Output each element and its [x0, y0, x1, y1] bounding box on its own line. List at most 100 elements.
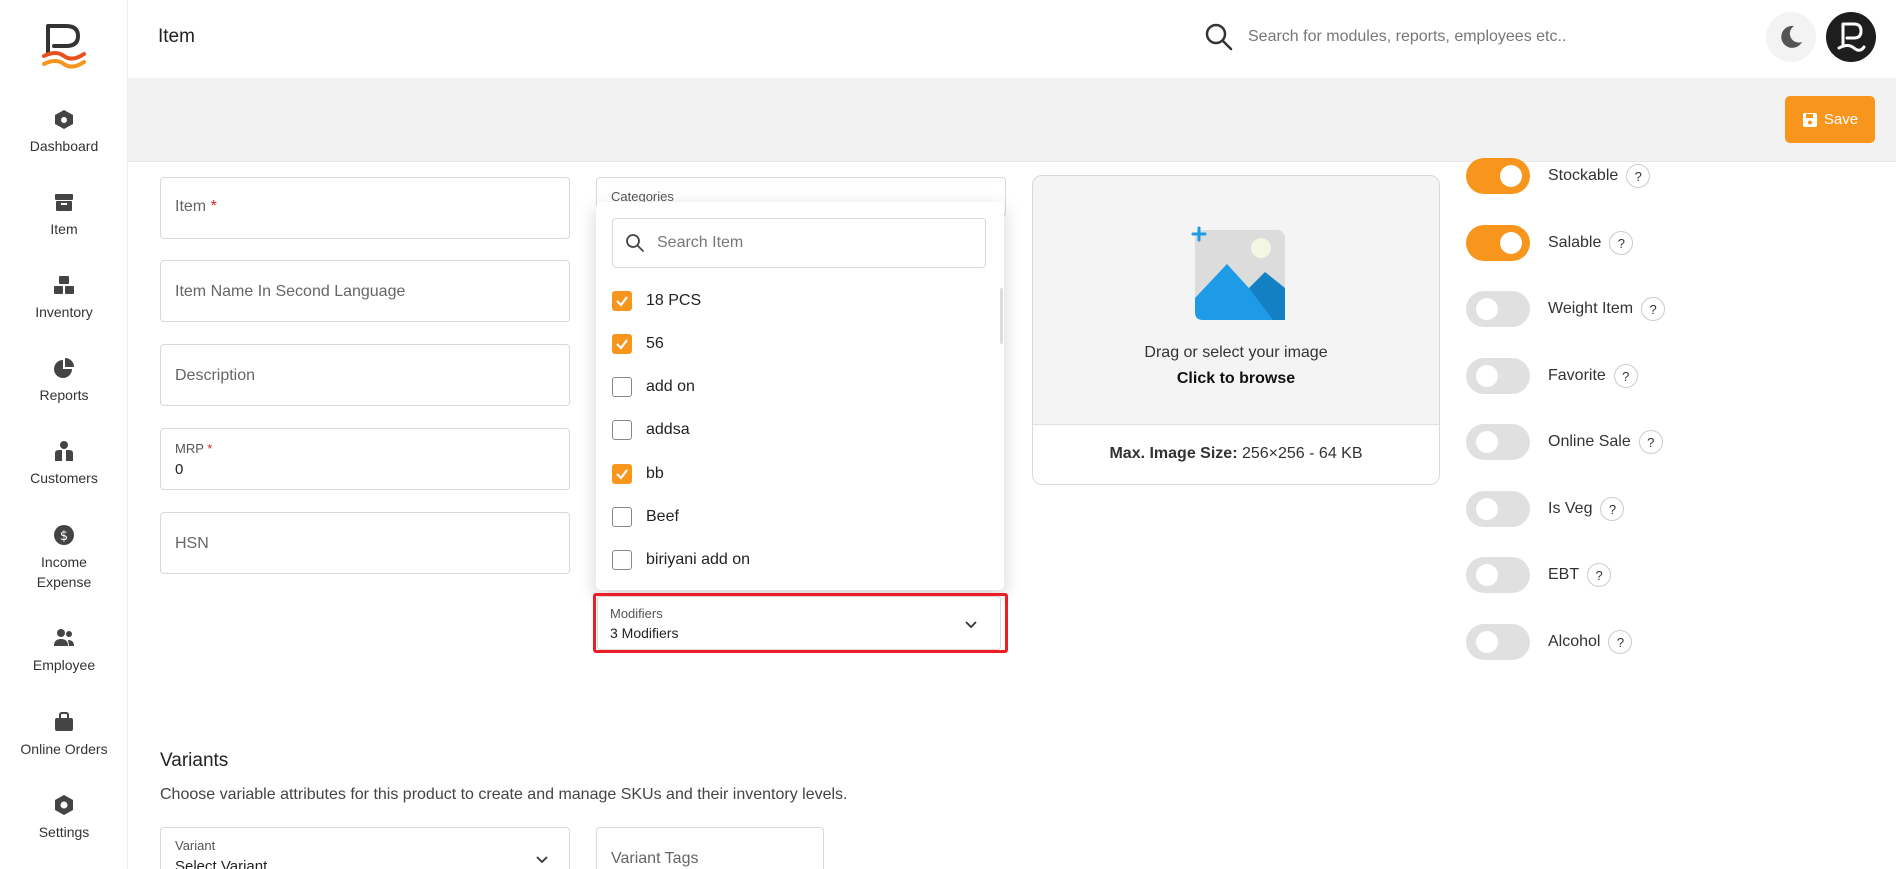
checkbox-unchecked[interactable] [612, 507, 632, 527]
upload-size-info: Max. Image Size: 256×256 - 64 KB [1033, 424, 1439, 484]
mrp-label: MRP * [175, 441, 212, 456]
toggle-ebt[interactable]: EBT ? [1466, 555, 1612, 595]
sidebar-item-label: Online Orders [20, 741, 108, 757]
toggle-switch[interactable] [1466, 491, 1530, 527]
variant-label: Variant [175, 838, 216, 853]
toggle-knob [1476, 631, 1498, 653]
help-icon[interactable]: ? [1641, 297, 1666, 321]
checkbox-checked[interactable] [612, 464, 632, 484]
size-value: 256×256 - 64 KB [1241, 445, 1363, 462]
save-button-label: Save [1823, 111, 1859, 128]
toggle-knob [1500, 165, 1522, 187]
dropdown-option[interactable]: bb [612, 459, 664, 489]
hsn-label: HSN [175, 535, 209, 552]
sidebar-item-settings[interactable]: Settings [0, 794, 128, 842]
toggle-switch[interactable] [1466, 225, 1530, 261]
variant-select[interactable]: Variant Select Variant [160, 827, 570, 869]
item-name-field[interactable]: Item * [160, 177, 570, 239]
employee-icon [54, 629, 74, 646]
help-icon[interactable]: ? [1587, 563, 1612, 587]
hsn-field[interactable]: HSN [160, 512, 570, 574]
brand-avatar-icon [1837, 22, 1866, 52]
dashboard-icon [55, 110, 73, 129]
sidebar-item-label: Dashboard [29, 138, 99, 154]
toggle-label: Favorite [1548, 367, 1606, 384]
sidebar-item-dashboard[interactable]: Dashboard [0, 108, 128, 156]
dropdown-search-input[interactable]: Search Item [612, 218, 986, 268]
option-label: biriyani add on [646, 551, 751, 568]
dropdown-option[interactable]: addsa [612, 415, 690, 445]
global-search-input[interactable]: Search for modules, reports, employees e… [1248, 28, 1566, 46]
toggle-label: EBT [1548, 566, 1580, 583]
brand-logo-icon[interactable] [40, 22, 88, 70]
sidebar-item-employee[interactable]: Employee [0, 627, 128, 675]
dropdown-option[interactable]: add on [612, 372, 695, 402]
checkbox-unchecked[interactable] [612, 377, 632, 397]
option-label: addsa [646, 421, 690, 438]
online-orders-icon [55, 712, 73, 731]
checkbox-unchecked[interactable] [612, 420, 632, 440]
item-name-label: Item * [175, 198, 217, 216]
user-avatar[interactable] [1826, 12, 1876, 62]
dropdown-option[interactable]: biriyani add on [612, 545, 750, 575]
second-language-field[interactable]: Item Name In Second Language [160, 260, 570, 322]
moon-icon [1781, 25, 1802, 48]
toggle-knob [1476, 431, 1498, 453]
sidebar-item-online-orders[interactable]: Online Orders [0, 711, 128, 759]
toggle-is-veg[interactable]: Is Veg ? [1466, 489, 1625, 529]
toggle-switch[interactable] [1466, 158, 1530, 194]
description-field[interactable]: Description [160, 344, 570, 406]
income-expense-icon: $ [54, 525, 74, 545]
sidebar-item-label: Customers [30, 470, 98, 486]
help-icon[interactable]: ? [1600, 497, 1625, 521]
second-language-label: Item Name In Second Language [175, 283, 406, 300]
sidebar-item-income-expense[interactable]: $ Income Expense [0, 524, 128, 592]
search-icon [626, 234, 644, 252]
toggle-alcohol[interactable]: Alcohol ? [1466, 622, 1633, 662]
mrp-field[interactable]: MRP * 0 [160, 428, 570, 490]
checkbox-unchecked[interactable] [612, 550, 632, 570]
toggle-switch[interactable] [1466, 358, 1530, 394]
toggle-switch[interactable] [1466, 624, 1530, 660]
browse-link[interactable]: Click to browse [1033, 370, 1439, 388]
help-icon[interactable]: ? [1609, 231, 1634, 255]
checkmark-icon [616, 469, 628, 480]
sidebar-item-customers[interactable]: Customers [0, 440, 128, 488]
sidebar-item-reports[interactable]: Reports [0, 357, 128, 405]
toggle-salable[interactable]: Salable ? [1466, 223, 1634, 263]
toggle-switch[interactable] [1466, 557, 1530, 593]
image-upload-dropzone[interactable]: Drag or select your image Click to brows… [1032, 175, 1440, 485]
toggle-weight-item[interactable]: Weight Item ? [1466, 289, 1666, 329]
help-icon[interactable]: ? [1626, 164, 1651, 188]
help-icon[interactable]: ? [1638, 430, 1663, 454]
customers-icon [55, 441, 73, 461]
help-icon[interactable]: ? [1608, 630, 1633, 654]
modifiers-dropdown-panel: Search Item 18 PCS 56 add on addsa bb Be… [596, 202, 1004, 590]
save-button[interactable]: Save [1785, 96, 1875, 143]
dropdown-scrollbar[interactable] [1000, 288, 1003, 344]
required-marker: * [207, 441, 213, 456]
search-icon[interactable] [1204, 22, 1234, 52]
sidebar-item-item[interactable]: Item [0, 191, 128, 239]
toggle-online-sale[interactable]: Online Sale ? [1466, 422, 1663, 462]
dropdown-option[interactable]: Beef [612, 502, 679, 532]
sidebar-item-label: Income Expense [36, 554, 92, 590]
sidebar-item-label: Employee [32, 657, 96, 673]
toggle-knob [1500, 232, 1522, 254]
checkbox-checked[interactable] [612, 334, 632, 354]
dropdown-option[interactable]: 56 [612, 329, 664, 359]
option-label: 56 [646, 335, 664, 352]
toggle-favorite[interactable]: Favorite ? [1466, 356, 1638, 396]
theme-toggle-button[interactable] [1766, 12, 1816, 62]
dropdown-option[interactable]: 18 PCS [612, 286, 701, 316]
checkbox-checked[interactable] [612, 291, 632, 311]
sidebar-item-inventory[interactable]: Inventory [0, 274, 128, 322]
toggle-switch[interactable] [1466, 424, 1530, 460]
variant-tags-input[interactable]: Variant Tags [596, 827, 824, 869]
toggle-switch[interactable] [1466, 291, 1530, 327]
sidebar-item-label: Reports [39, 387, 89, 403]
help-icon[interactable]: ? [1613, 364, 1638, 388]
toggle-stockable[interactable]: Stockable ? [1466, 156, 1651, 196]
item-form: Item * Item Name In Second Language Desc… [128, 158, 1896, 869]
save-icon [1802, 112, 1817, 127]
